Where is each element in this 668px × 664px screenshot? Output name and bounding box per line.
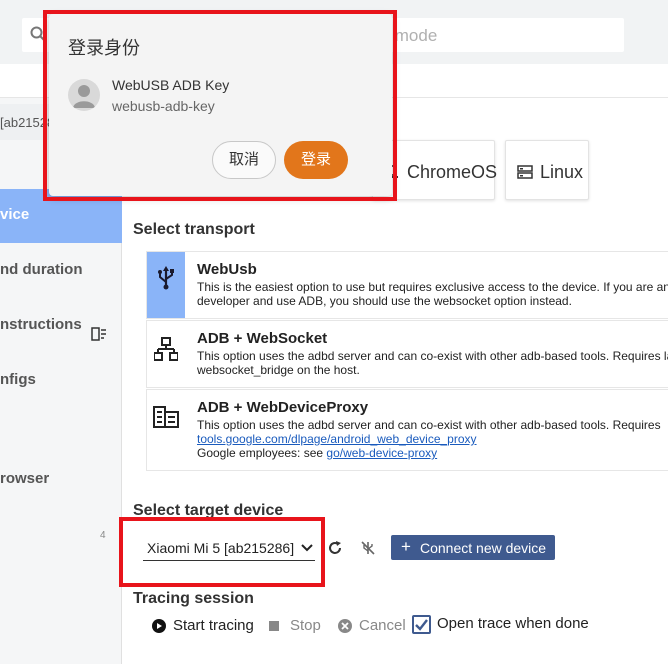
usb-off-icon[interactable] — [360, 540, 376, 556]
sidebar-item-duration[interactable]: nd duration — [0, 244, 122, 298]
transport-icon-bg — [147, 252, 185, 318]
transport-icon-bg — [147, 321, 185, 387]
play-circle-icon — [152, 619, 166, 633]
start-tracing-label: Start tracing — [173, 617, 254, 634]
stop-icon — [269, 621, 279, 631]
transport-desc-line: This option uses the adbd server and can… — [197, 418, 661, 432]
transport-icon-bg — [147, 390, 185, 456]
open-trace-checkbox[interactable] — [412, 615, 431, 634]
sidebar-item-label: vice — [0, 206, 30, 223]
highlight-box-device — [119, 517, 325, 587]
connect-button-label: Connect new device — [420, 540, 547, 556]
sidebar-item-label: nfigs — [0, 371, 36, 388]
google-employees-text: Google employees: see — [197, 446, 327, 460]
cancel-circle-icon — [338, 619, 352, 633]
transport-description: This is the easiest option to use but re… — [197, 280, 668, 308]
open-trace-label: Open trace when done — [437, 615, 589, 632]
platform-linux-button[interactable]: Linux — [505, 140, 589, 200]
transport-adb-webdeviceproxy[interactable]: ADB + WebDeviceProxy This option uses th… — [146, 389, 668, 471]
sidebar-item-label: rowser — [0, 470, 50, 487]
transport-name: ADB + WebDeviceProxy — [197, 399, 369, 416]
proxy-icon — [153, 406, 179, 428]
sidebar-item-label: nd duration — [0, 261, 83, 278]
stop-label: Stop — [290, 617, 321, 634]
sidebar-item-browser[interactable]: rowser — [0, 453, 122, 507]
sidebar-item-instructions[interactable]: nstructions — [0, 299, 122, 353]
transport-webusb[interactable]: WebUsb This is the easiest option to use… — [146, 251, 668, 319]
transport-name: ADB + WebSocket — [197, 330, 328, 347]
usb-icon — [158, 266, 174, 290]
platform-label: Linux — [540, 162, 584, 182]
transport-desc-line: This is the easiest option to use but re… — [197, 280, 668, 294]
transport-desc-line: websocket_bridge on the host. — [197, 363, 360, 377]
sidebar-number: 4 — [100, 530, 106, 541]
transport-name: WebUsb — [197, 261, 257, 278]
plus-icon: + — [401, 537, 411, 556]
platform-label: ChromeOS — [407, 162, 498, 182]
transport-description: This option uses the adbd server and can… — [197, 349, 668, 377]
transport-description: This option uses the adbd server and can… — [197, 418, 668, 460]
go-web-device-proxy-link[interactable]: go/web-device-proxy — [326, 446, 437, 460]
tracing-section-title: Tracing session — [133, 590, 254, 607]
web-device-proxy-link[interactable]: tools.google.com/dlpage/android_web_devi… — [197, 432, 477, 446]
highlight-box-popup — [43, 10, 397, 201]
lan-icon — [154, 337, 178, 361]
connect-new-device-button[interactable]: + Connect new device — [391, 535, 555, 560]
clear-filter-icon[interactable] — [91, 327, 107, 341]
checkmark-icon — [415, 619, 428, 631]
transport-desc-line: developer and use ADB, you should use th… — [197, 294, 572, 308]
sidebar-item-label: nstructions — [0, 316, 82, 333]
transport-adb-websocket[interactable]: ADB + WebSocket This option uses the adb… — [146, 320, 668, 388]
refresh-icon[interactable] — [327, 540, 343, 556]
transport-section-title: Select transport — [133, 221, 255, 238]
transport-desc-line: This option uses the adbd server and can… — [197, 349, 668, 363]
sidebar-item-configs[interactable]: nfigs — [0, 354, 122, 408]
cancel-trace-label: Cancel — [359, 617, 406, 634]
server-icon — [517, 165, 533, 179]
